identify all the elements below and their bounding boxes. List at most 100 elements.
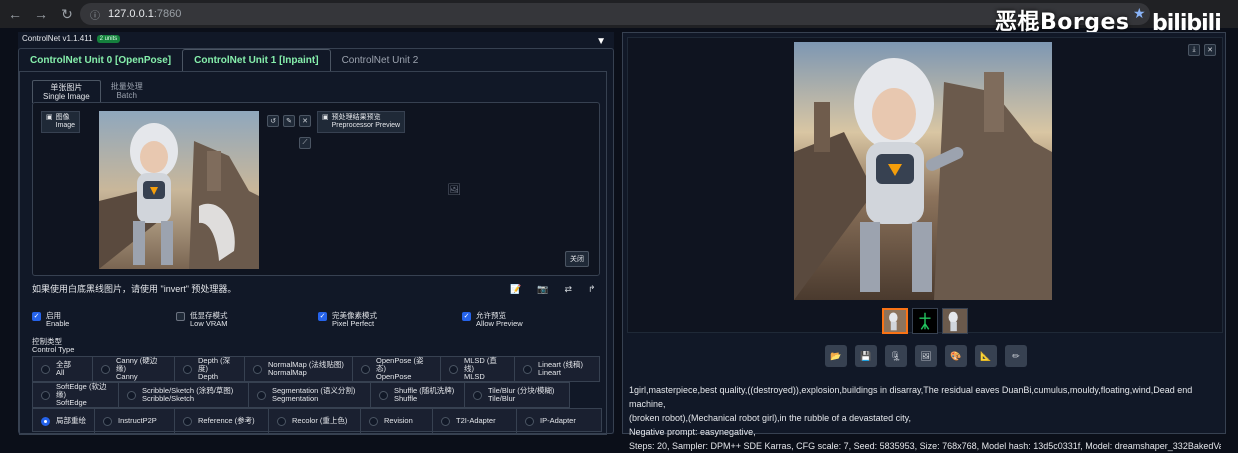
close-gallery-icon[interactable]: ✕ (1204, 44, 1216, 56)
back-icon[interactable]: ← (4, 3, 26, 25)
radio-tile-blur[interactable]: Tile/Blur (分块/模糊) Tile/Blur (465, 383, 569, 407)
radio-dot[interactable] (523, 364, 532, 374)
radio-dot[interactable] (277, 416, 286, 426)
tab-unit-2[interactable]: ControlNet Unit 2 (331, 49, 430, 71)
radio-revision[interactable]: Revision (361, 409, 433, 433)
pencil-icon[interactable]: ✏ (1005, 345, 1027, 367)
radio-label-cn: IP-Adapter (540, 416, 576, 425)
close-preview-button[interactable]: 关闭 (565, 251, 589, 267)
radio-dot[interactable] (449, 364, 458, 374)
control-type-label: 控制类型 Control Type (32, 338, 74, 354)
brush-icon[interactable]: ✎ (283, 115, 295, 127)
controlnet-header[interactable]: ControlNet v1.1.411 2 units (22, 34, 121, 43)
radio-label-en: NormalMap (268, 368, 307, 377)
thumbnail-3[interactable] (942, 308, 968, 334)
radio-canny[interactable]: Canny (硬边缘) Canny (93, 357, 175, 381)
radio-instructp2p[interactable]: InstructP2P (95, 409, 175, 433)
pixel-perfect-checkbox[interactable]: ✓ 完美像素模式 Pixel Perfect (318, 312, 377, 328)
radio-normalmap[interactable]: NormalMap (法线贴图) NormalMap (245, 357, 353, 381)
image-input-panel: ▣ 图像 Image ↺ ✎ ✕ ⟋ ▣ 预处理结果预览 Preprocesso… (32, 102, 600, 276)
tab-unit-1[interactable]: ControlNet Unit 1 [Inpaint] (182, 49, 331, 71)
radio-dot-selected[interactable] (41, 416, 50, 426)
preview-label-en: Preprocessor Preview (331, 122, 401, 129)
radio-label-cn: OpenPose (姿态) (376, 356, 424, 373)
tab-label-cn: 批量处理 (110, 82, 143, 91)
radio-shuffle[interactable]: Shuffle (随机洗牌) Shuffle (371, 383, 465, 407)
empty-image-icon: 🖼 (447, 184, 461, 196)
radio-recolor[interactable]: Recolor (重上色) (269, 409, 361, 433)
source-image[interactable] (99, 111, 259, 269)
tab-unit-0[interactable]: ControlNet Unit 0 [OpenPose] (19, 49, 182, 71)
radio-dot[interactable] (183, 416, 192, 426)
radio-dot[interactable] (379, 390, 388, 400)
site-info-icon[interactable]: ⓘ (90, 7, 100, 22)
palette-icon[interactable]: 🎨 (945, 345, 967, 367)
radio-dot[interactable] (127, 390, 136, 400)
thumbnail-1[interactable] (882, 308, 908, 334)
checkbox-mark[interactable]: ✓ (318, 312, 327, 321)
checkbox-label-en: Allow Preview (476, 319, 523, 328)
image-icon: ▣ (322, 114, 329, 121)
tab-batch[interactable]: 批量处理 Batch (101, 80, 153, 103)
edit-icon[interactable]: 📝 (510, 284, 521, 295)
radio-dot[interactable] (103, 416, 112, 426)
radio-label-cn: MLSD (直线) (464, 356, 497, 373)
swap-icon[interactable]: ⇄ (564, 284, 572, 295)
tab-single-image[interactable]: 单张图片 Single Image (32, 80, 101, 103)
download-icon[interactable]: ⤓ (1188, 44, 1200, 56)
preview-label-cn: 预处理结果预览 (331, 114, 381, 121)
forward-icon[interactable]: → (30, 3, 52, 25)
radio-depth[interactable]: Depth (深度) Depth (175, 357, 245, 381)
radio-dot[interactable] (369, 416, 378, 426)
generation-info: 1girl,masterpiece,best quality,((destroy… (629, 383, 1221, 453)
checkbox-mark[interactable]: ✓ (462, 312, 471, 321)
radio-openpose[interactable]: OpenPose (姿态) OpenPose (353, 357, 441, 381)
radio-dot[interactable] (183, 364, 192, 374)
radio-dot[interactable] (441, 416, 450, 426)
zip-icon[interactable]: 🗜 (885, 345, 907, 367)
low-vram-checkbox[interactable]: 低显存模式 Low VRAM (176, 312, 228, 328)
radio-dot[interactable] (361, 364, 370, 374)
radio-dot[interactable] (525, 416, 534, 426)
radio-dot[interactable] (101, 364, 110, 374)
radio-softedge[interactable]: SoftEdge (软边缘) SoftEdge (33, 383, 119, 407)
radio-segmentation[interactable]: Segmentation (语义分割) Segmentation (249, 383, 371, 407)
checkbox-mark[interactable] (176, 312, 185, 321)
radio-dot[interactable] (253, 364, 262, 374)
folder-icon[interactable]: 📂 (825, 345, 847, 367)
radio-label-cn: T2I-Adapter (456, 416, 496, 425)
radio-all[interactable]: 全部 All (33, 357, 93, 381)
image-label-en: Image (55, 122, 76, 129)
save-icon[interactable]: 💾 (855, 345, 877, 367)
radio-dot[interactable] (257, 390, 266, 400)
generated-image[interactable] (794, 42, 1052, 300)
checkbox-mark[interactable]: ✓ (32, 312, 41, 321)
radio-lineart[interactable]: Lineart (线稿) Lineart (515, 357, 599, 381)
radio-ip-adapter[interactable]: IP-Adapter (517, 409, 601, 433)
radio-reference[interactable]: Reference (参考) (175, 409, 269, 433)
camera-icon[interactable]: 📷 (537, 284, 548, 295)
radio-scribble[interactable]: Scribble/Sketch (涂鸦/草图) Scribble/Sketch (119, 383, 249, 407)
url-port: :7860 (153, 8, 182, 20)
radio-t2i-adapter[interactable]: T2I-Adapter (433, 409, 517, 433)
reload-icon[interactable]: ↻ (56, 3, 78, 25)
send-dimensions-icon[interactable]: ↱ (588, 284, 596, 295)
enable-checkbox[interactable]: ✓ 启用 Enable (32, 312, 69, 328)
radio-dot[interactable] (41, 390, 50, 400)
radio-dot[interactable] (473, 390, 482, 400)
control-type-row-3: 局部重绘 InstructP2P Reference (参考) Recolor … (32, 408, 602, 433)
address-bar[interactable]: ⓘ 127.0.0.1:7860 (80, 3, 1150, 25)
image-icon[interactable]: 🖼 (915, 345, 937, 367)
bookmark-star-icon[interactable]: ★ (1133, 5, 1146, 22)
brush-size-icon[interactable]: ⟋ (299, 137, 311, 149)
radio-inpaint[interactable]: 局部重绘 (33, 409, 95, 433)
prompt-line-1: 1girl,masterpiece,best quality,((destroy… (629, 385, 1193, 409)
radio-dot[interactable] (41, 364, 50, 374)
clear-icon[interactable]: ✕ (299, 115, 311, 127)
radio-mlsd[interactable]: MLSD (直线) MLSD (441, 357, 515, 381)
ruler-icon[interactable]: 📐 (975, 345, 997, 367)
collapse-toggle-icon[interactable]: ▼ (596, 36, 606, 47)
allow-preview-checkbox[interactable]: ✓ 允许预览 Allow Preview (462, 312, 523, 328)
undo-icon[interactable]: ↺ (267, 115, 279, 127)
thumbnail-2[interactable] (912, 308, 938, 334)
